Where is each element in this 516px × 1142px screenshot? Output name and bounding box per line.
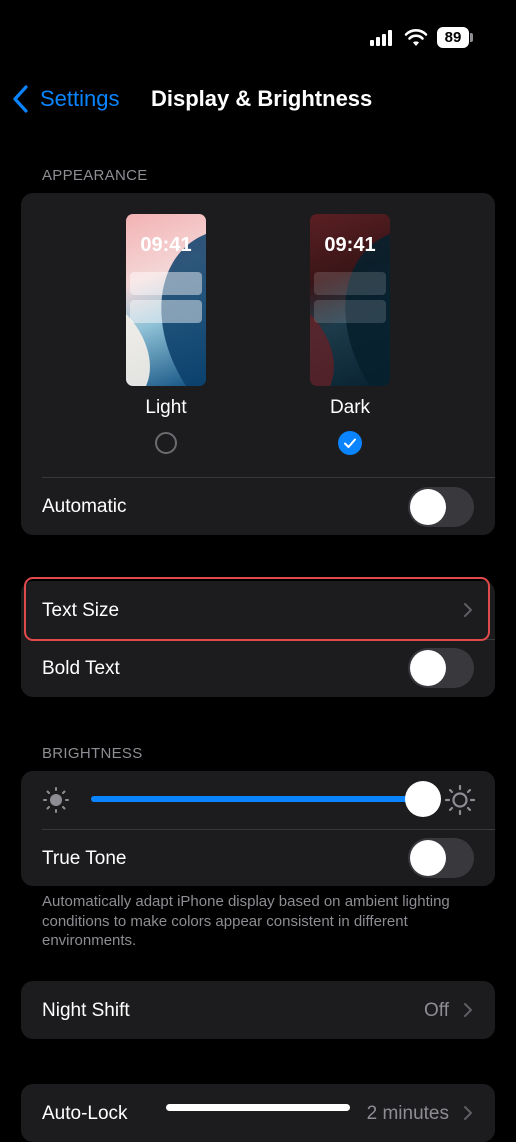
text-size-highlight[interactable] xyxy=(24,577,490,641)
chevron-right-icon xyxy=(464,1003,472,1017)
checkmark-icon xyxy=(344,438,356,448)
automatic-label: Automatic xyxy=(42,496,127,517)
battery-level: 89 xyxy=(444,29,462,46)
light-preview-widget xyxy=(130,272,202,295)
toggle-knob xyxy=(410,650,446,686)
toggle-knob xyxy=(410,489,446,525)
true-tone-label: True Tone xyxy=(42,848,127,869)
bold-text-label: Bold Text xyxy=(42,658,120,679)
appearance-card: 09:41 Light 09:41 Dark Automatic xyxy=(21,193,495,535)
sun-small-icon xyxy=(43,787,69,813)
brightness-section-label: BRIGHTNESS xyxy=(42,745,143,762)
light-mode-label[interactable]: Light xyxy=(116,397,216,419)
brightness-card: True Tone xyxy=(21,771,495,886)
dark-preview-time: 09:41 xyxy=(324,234,376,256)
dark-preview-widget xyxy=(314,272,386,295)
wifi-icon xyxy=(404,29,428,46)
sun-large-icon xyxy=(444,784,476,816)
back-chevron-icon[interactable] xyxy=(10,84,32,114)
true-tone-footnote: Automatically adapt iPhone display based… xyxy=(42,893,450,949)
battery-tip xyxy=(470,33,473,42)
auto-lock-value: 2 minutes xyxy=(366,1103,449,1124)
light-mode-radio[interactable] xyxy=(155,432,177,454)
auto-lock-card[interactable]: Auto-Lock 2 minutes xyxy=(21,1084,495,1142)
home-indicator[interactable] xyxy=(166,1104,350,1111)
cellular-signal-icon xyxy=(370,30,394,46)
toggle-knob xyxy=(410,840,446,876)
back-button[interactable]: Settings xyxy=(40,86,120,112)
divider xyxy=(42,829,495,830)
night-shift-card[interactable]: Night Shift Off xyxy=(21,981,495,1039)
brightness-slider-thumb[interactable] xyxy=(405,781,441,817)
light-mode-preview[interactable]: 09:41 xyxy=(126,214,206,386)
automatic-toggle[interactable] xyxy=(408,487,474,527)
page-title: Display & Brightness xyxy=(151,86,373,111)
night-shift-value: Off xyxy=(424,1000,449,1021)
status-bar: 89 xyxy=(0,0,516,72)
battery-icon: 89 xyxy=(437,27,469,48)
bold-text-toggle[interactable] xyxy=(408,648,474,688)
dark-mode-preview[interactable]: 09:41 xyxy=(310,214,390,386)
chevron-right-icon xyxy=(464,1106,472,1120)
light-preview-widget xyxy=(130,300,202,323)
light-preview-time: 09:41 xyxy=(140,234,192,256)
brightness-slider-track[interactable] xyxy=(91,796,423,802)
dark-mode-radio-selected[interactable] xyxy=(338,431,362,455)
auto-lock-label[interactable]: Auto-Lock xyxy=(42,1103,128,1125)
brightness-slider-fill xyxy=(91,796,423,802)
dark-preview-widget xyxy=(314,300,386,323)
appearance-section-label: APPEARANCE xyxy=(42,167,148,184)
divider xyxy=(42,477,495,478)
night-shift-label[interactable]: Night Shift xyxy=(42,1000,130,1022)
dark-mode-label[interactable]: Dark xyxy=(300,397,400,419)
true-tone-toggle[interactable] xyxy=(408,838,474,878)
